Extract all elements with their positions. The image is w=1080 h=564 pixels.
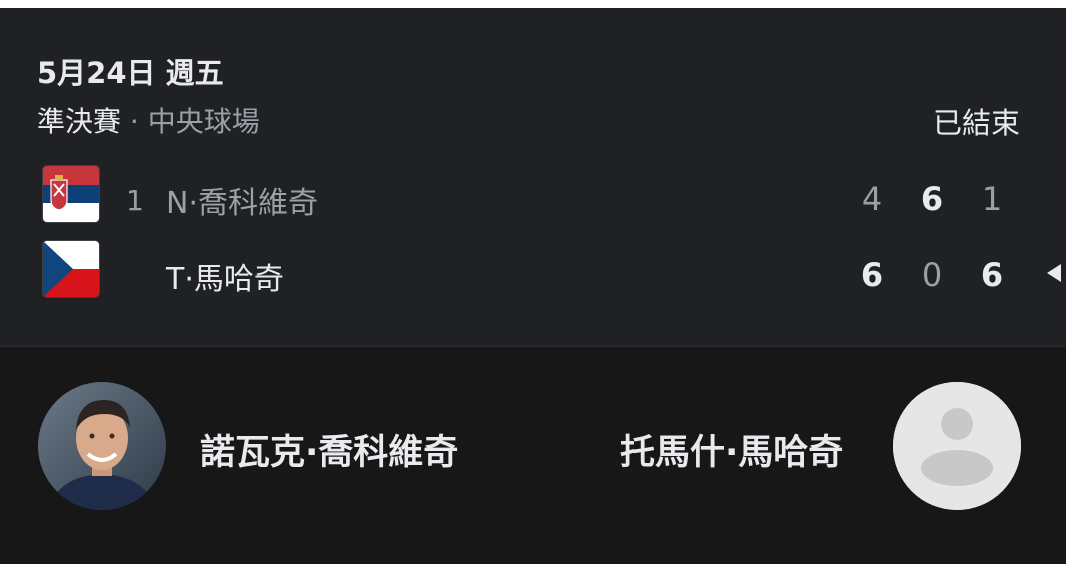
player-1-set-2-score: 6 bbox=[920, 180, 944, 218]
player-1-avatar[interactable] bbox=[38, 382, 166, 510]
round-venue-line: 準決賽 · 中央球場 bbox=[37, 100, 260, 140]
serve-indicator-icon bbox=[1047, 264, 1061, 282]
player-1-full-name[interactable]: 諾瓦克·喬科維奇 bbox=[200, 424, 458, 475]
czech-flag-icon bbox=[42, 240, 100, 298]
match-date: 5月24日 週五 bbox=[37, 56, 224, 90]
serbia-flag-icon bbox=[42, 165, 100, 223]
player-2-name[interactable]: T·馬哈奇 bbox=[166, 254, 284, 298]
venue-label: 中央球場 bbox=[147, 105, 260, 138]
round-label: 準決賽 bbox=[37, 105, 122, 138]
player-1-set-1-score: 4 bbox=[861, 180, 883, 218]
match-status: 已結束 bbox=[932, 106, 1020, 140]
player-2-full-name[interactable]: 托馬什·馬哈奇 bbox=[620, 424, 843, 475]
player-2-set-2-score: 0 bbox=[921, 256, 943, 294]
seed-number: 1 bbox=[126, 184, 144, 217]
player-1-name[interactable]: N·喬科維奇 bbox=[166, 178, 318, 222]
separator: · bbox=[121, 105, 148, 138]
match-header: 5月24日 週五 準決賽 · 中央球場 已結束 1 N·喬科維奇 4 6 1 T… bbox=[0, 8, 1066, 346]
player-2-set-3-score: 6 bbox=[980, 256, 1004, 294]
player-1-set-3-score: 1 bbox=[981, 180, 1003, 218]
player-2-set-1-score: 6 bbox=[860, 256, 884, 294]
person-placeholder-icon[interactable] bbox=[893, 382, 1021, 510]
